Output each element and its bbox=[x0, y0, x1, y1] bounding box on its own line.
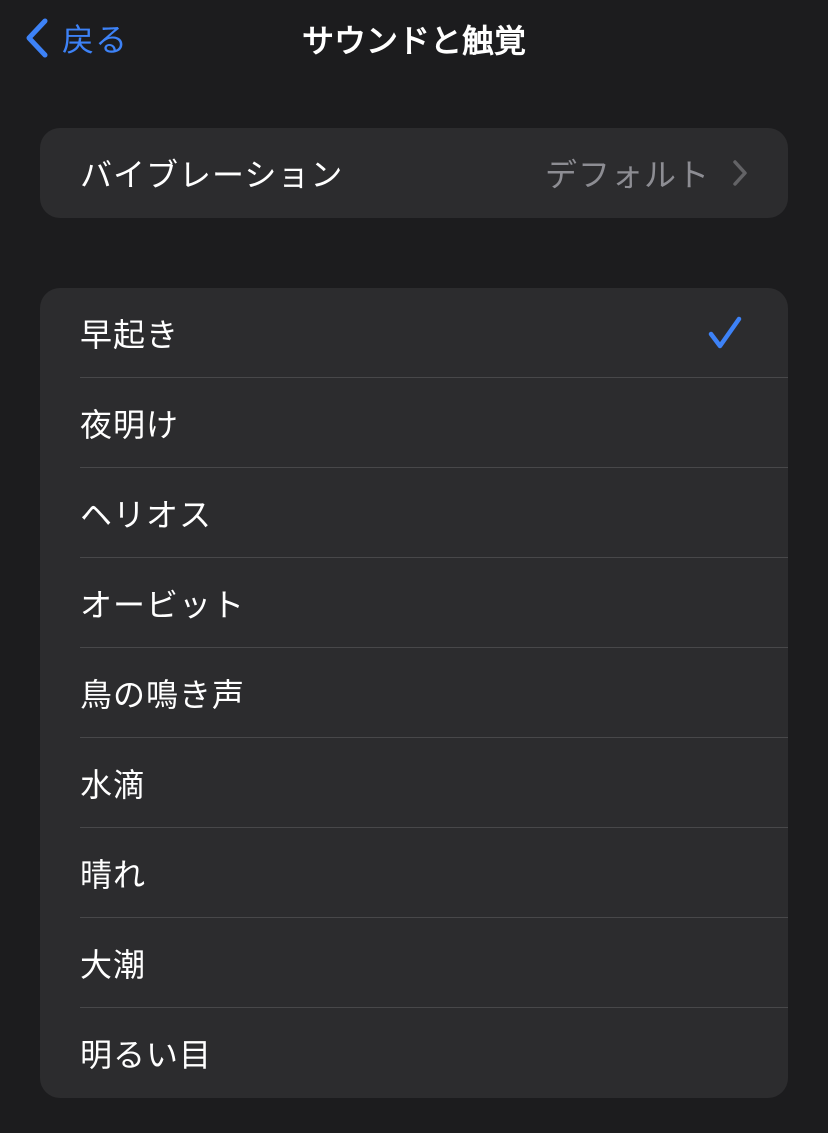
tone-row[interactable]: 大潮 bbox=[40, 918, 788, 1008]
vibration-label: バイブレーション bbox=[80, 156, 344, 194]
tone-row[interactable]: 水滴 bbox=[40, 738, 788, 828]
navigation-bar: 戻る サウンドと触覚 bbox=[0, 0, 828, 76]
tone-row[interactable]: 晴れ bbox=[40, 828, 788, 918]
tone-label: 晴れ bbox=[80, 856, 147, 894]
chevron-right-icon bbox=[732, 160, 748, 190]
tone-row[interactable]: オービット bbox=[40, 558, 788, 648]
vibration-value: デフォルト bbox=[544, 156, 710, 194]
tone-row[interactable]: 鳥の鳴き声 bbox=[40, 648, 788, 738]
tone-label: ヘリオス bbox=[80, 496, 213, 534]
tone-label: 夜明け bbox=[80, 406, 180, 444]
vibration-group: バイブレーション デフォルト bbox=[40, 128, 788, 218]
vibration-row[interactable]: バイブレーション デフォルト bbox=[40, 128, 788, 218]
tone-label: 水滴 bbox=[80, 766, 147, 804]
tone-row[interactable]: ヘリオス bbox=[40, 468, 788, 558]
tone-row[interactable]: 夜明け bbox=[40, 378, 788, 468]
tone-label: 明るい目 bbox=[80, 1036, 213, 1074]
tone-label: オービット bbox=[80, 586, 246, 624]
page-title: サウンドと触覚 bbox=[301, 22, 526, 60]
tone-row[interactable]: 早起き bbox=[40, 288, 788, 378]
tone-label: 鳥の鳴き声 bbox=[80, 676, 246, 714]
alert-tone-list: 早起き 夜明け ヘリオス オービット 鳥の鳴き声 水滴 晴れ 大潮 明るい目 bbox=[40, 288, 788, 1098]
tone-row[interactable]: 明るい目 bbox=[40, 1008, 788, 1098]
checkmark-icon bbox=[708, 316, 742, 354]
tone-label: 早起き bbox=[80, 316, 180, 354]
tone-label: 大潮 bbox=[80, 946, 147, 984]
